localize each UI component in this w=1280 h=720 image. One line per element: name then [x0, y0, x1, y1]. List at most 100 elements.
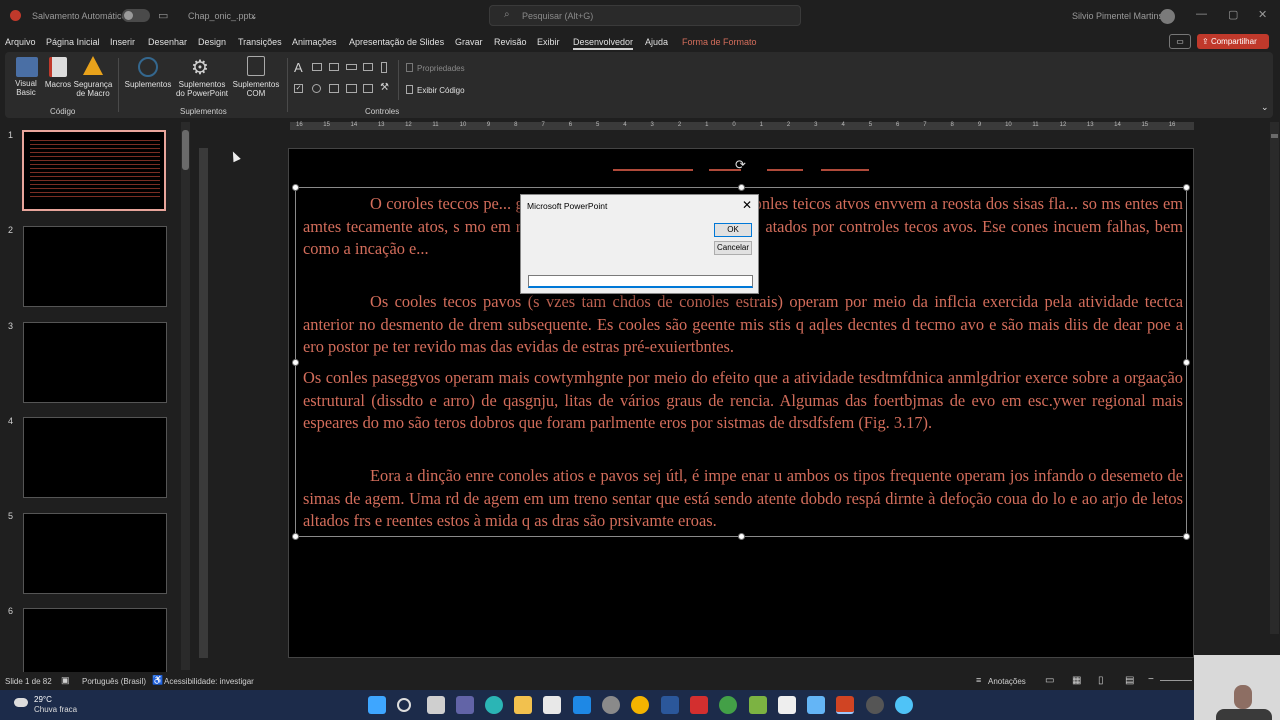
close-icon[interactable]: ✕	[742, 198, 752, 212]
user-name[interactable]: Silvio Pimentel Martins	[1072, 11, 1163, 21]
slide-thumb-4[interactable]	[23, 417, 167, 498]
menu-desenvolvedor[interactable]: Desenvolvedor	[573, 37, 634, 50]
cancel-button[interactable]: Cancelar	[714, 241, 752, 255]
chevron-down-icon[interactable]: ⌄	[250, 11, 258, 22]
start-icon[interactable]	[368, 696, 386, 714]
menu-transicoes[interactable]: Transições	[238, 37, 282, 47]
addins-button[interactable]: Suplementos	[123, 80, 173, 89]
app-icon-green[interactable]	[719, 696, 737, 714]
slide-thumb-2[interactable]	[23, 226, 167, 307]
search-icon[interactable]	[397, 698, 411, 712]
visual-basic-button[interactable]: Visual Basic	[11, 79, 41, 97]
collapse-ribbon-icon[interactable]: ⌄	[1261, 102, 1269, 113]
minimize-icon[interactable]: —	[1196, 8, 1207, 20]
resize-handle[interactable]	[1183, 359, 1190, 366]
slide-sorter-icon[interactable]: ▦	[1072, 675, 1081, 686]
paragraph-4[interactable]: Eora a dinção enre conoles atios e pavos…	[303, 465, 1183, 533]
mail-icon[interactable]	[573, 696, 591, 714]
accessibility-status[interactable]: Acessibilidade: investigar	[164, 677, 254, 686]
reading-view-icon[interactable]: ▯	[1098, 675, 1104, 686]
share-button[interactable]: ⇪ Compartilhar	[1197, 34, 1269, 49]
app-icon-red[interactable]	[778, 696, 796, 714]
store-icon[interactable]	[543, 696, 561, 714]
button-control-icon[interactable]	[346, 64, 357, 70]
slide-thumb-3[interactable]	[23, 322, 167, 403]
menu-forma-de-formato[interactable]: Forma de Formato	[682, 37, 757, 47]
scroll-thumb[interactable]	[182, 130, 189, 170]
autosave-toggle[interactable]	[122, 9, 150, 22]
paragraph-3[interactable]: Os conles paseggvos operam mais cowtymhg…	[303, 367, 1183, 435]
ppt-addins-button[interactable]: Suplementos do PowerPoint	[175, 80, 229, 98]
macros-button[interactable]: Macros	[42, 80, 74, 89]
more-controls-icon[interactable]: ⚒	[380, 82, 389, 93]
toggle-control-icon[interactable]	[363, 84, 373, 93]
slide-thumb-1[interactable]	[22, 130, 166, 211]
menu-apresentacao[interactable]: Apresentação de Slides	[349, 37, 444, 47]
checkbox-control-icon[interactable]: ✓	[294, 84, 303, 93]
save-icon[interactable]: ▭	[158, 9, 168, 22]
filename[interactable]: Chap_onic_.pptx	[188, 11, 256, 21]
ok-button[interactable]: OK	[714, 223, 752, 237]
close-icon[interactable]: ✕	[1258, 8, 1267, 21]
slide-thumb-6[interactable]	[23, 608, 167, 672]
spellcheck-icon[interactable]: ▣	[61, 675, 70, 686]
menu-design[interactable]: Design	[198, 37, 226, 47]
menu-arquivo[interactable]: Arquivo	[5, 37, 36, 47]
menu-revisao[interactable]: Revisão	[494, 37, 527, 47]
word-icon[interactable]	[661, 696, 679, 714]
edge-icon[interactable]	[485, 696, 503, 714]
spin-control-icon[interactable]	[329, 63, 339, 71]
radio-control-icon[interactable]	[312, 84, 321, 93]
properties-button[interactable]: Propriedades	[417, 64, 465, 73]
combobox-control-icon[interactable]	[346, 84, 357, 93]
menu-pagina-inicial[interactable]: Página Inicial	[46, 37, 100, 47]
image-control-icon[interactable]	[363, 63, 373, 71]
zoom-slider[interactable]	[1160, 680, 1192, 681]
resize-handle[interactable]	[738, 184, 745, 191]
comments-button[interactable]: ▭	[1169, 34, 1191, 49]
chrome-icon[interactable]	[631, 696, 649, 714]
maximize-icon[interactable]: ▢	[1228, 8, 1238, 21]
paragraph-2[interactable]: Os cooles tecos pavos (s vzes tam chdos …	[303, 291, 1183, 359]
com-addins-button[interactable]: Suplementos COM	[229, 80, 283, 98]
language-status[interactable]: Português (Brasil)	[82, 677, 146, 686]
zoom-out-icon[interactable]: −	[1148, 674, 1154, 685]
teams-icon[interactable]	[456, 696, 474, 714]
notepad-icon[interactable]	[807, 696, 825, 714]
slideshow-icon[interactable]: ▤	[1125, 675, 1134, 686]
resize-handle[interactable]	[1183, 533, 1190, 540]
acrobat-icon[interactable]	[690, 696, 708, 714]
app-icon-dark[interactable]	[866, 696, 884, 714]
thumbnail-scrollbar[interactable]	[181, 122, 190, 670]
resize-handle[interactable]	[292, 533, 299, 540]
menu-animacoes[interactable]: Animações	[292, 37, 337, 47]
menu-exibir[interactable]: Exibir	[537, 37, 560, 47]
task-view-icon[interactable]	[427, 696, 445, 714]
menu-gravar[interactable]: Gravar	[455, 37, 483, 47]
menu-ajuda[interactable]: Ajuda	[645, 37, 668, 47]
notes-button[interactable]: Anotações	[988, 677, 1026, 686]
avatar[interactable]	[1160, 9, 1175, 24]
weather-temp[interactable]: 29°C	[34, 695, 52, 704]
powerpoint-icon[interactable]	[836, 696, 854, 714]
normal-view-icon[interactable]: ▭	[1045, 675, 1054, 686]
listbox-control-icon[interactable]	[329, 84, 339, 93]
textbox-control-icon[interactable]	[312, 63, 322, 71]
editor-scrollbar[interactable]	[1270, 122, 1279, 634]
resize-handle[interactable]	[292, 359, 299, 366]
file-explorer-icon[interactable]	[514, 696, 532, 714]
app-icon[interactable]	[602, 696, 620, 714]
globe-icon[interactable]	[895, 696, 913, 714]
resize-handle[interactable]	[292, 184, 299, 191]
resize-handle[interactable]	[738, 533, 745, 540]
macro-security-button[interactable]: Segurança de Macro	[72, 80, 114, 98]
weather-desc[interactable]: Chuva fraca	[34, 705, 77, 714]
menu-inserir[interactable]: Inserir	[110, 37, 135, 47]
rotate-handle-icon[interactable]: ⟳	[735, 157, 746, 173]
label-control-icon[interactable]: A	[294, 60, 303, 75]
search-box[interactable]: ⌕ Pesquisar (Alt+G)	[489, 5, 801, 26]
dialog-input[interactable]	[528, 275, 753, 288]
view-code-button[interactable]: Exibir Código	[417, 86, 465, 95]
qgis-icon[interactable]	[749, 696, 767, 714]
resize-handle[interactable]	[1183, 184, 1190, 191]
